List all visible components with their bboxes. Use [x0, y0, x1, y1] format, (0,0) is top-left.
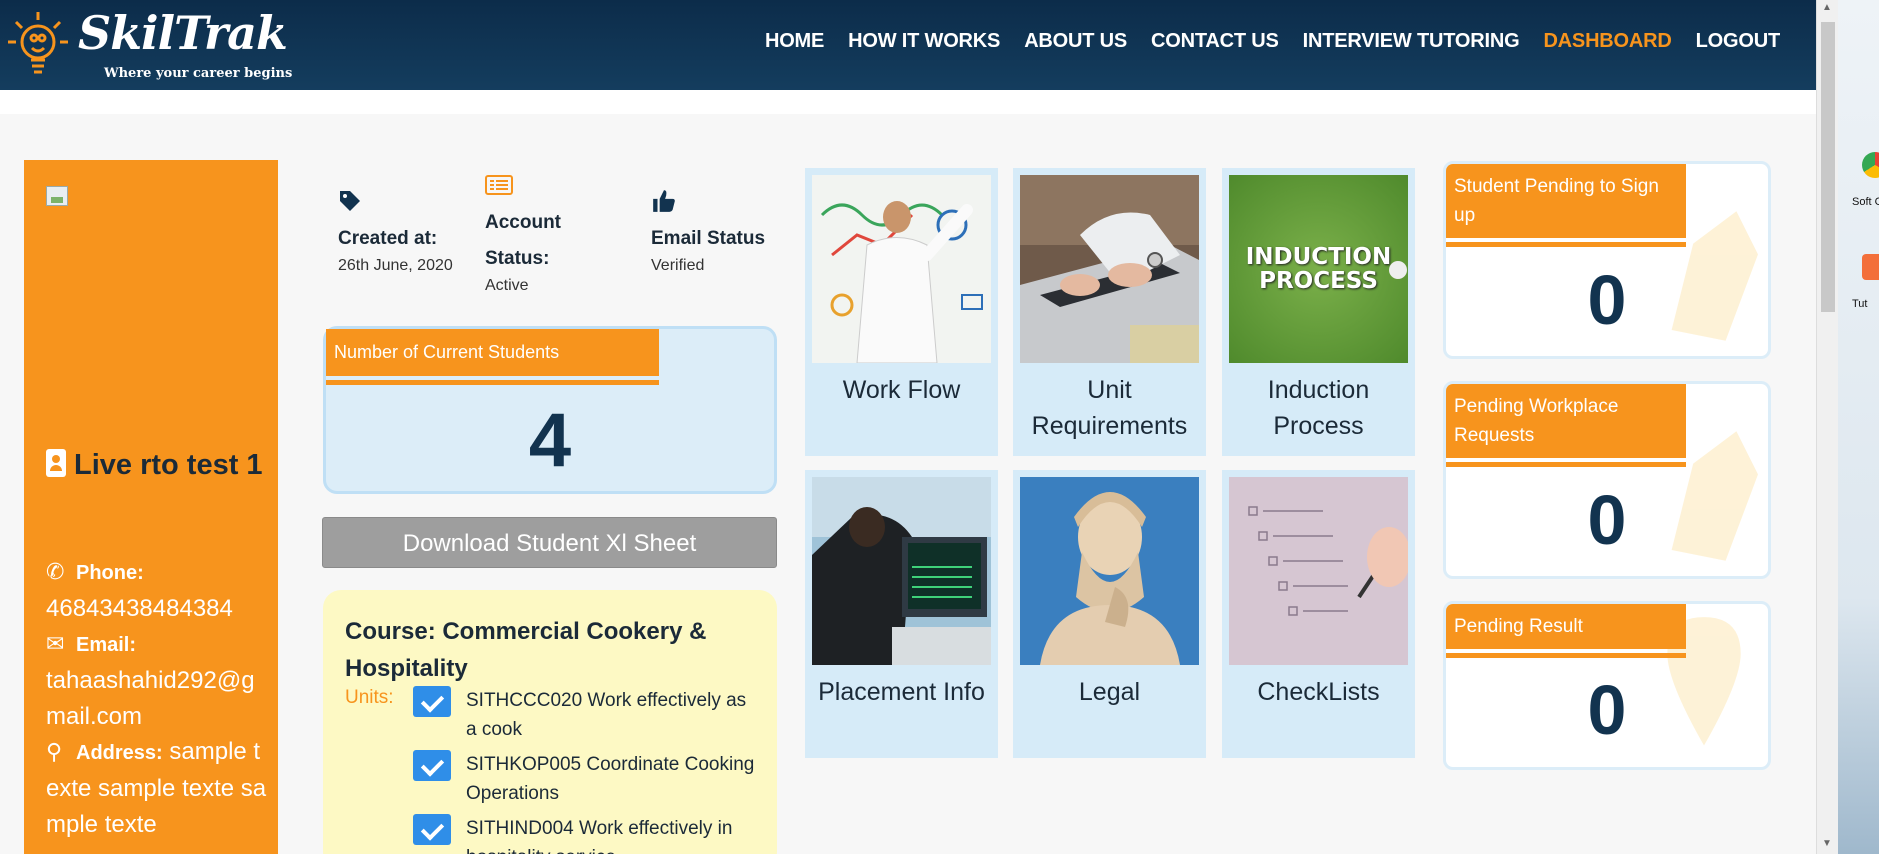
tile-label: Legal [1078, 678, 1141, 706]
tile-label: Work Flow [842, 376, 961, 404]
envelope-icon: ✉ [46, 631, 65, 656]
email-label: Email: [76, 634, 137, 656]
nav-logout[interactable]: LOGOUT [1696, 30, 1781, 53]
stat-value: 0 [1587, 261, 1627, 339]
units-label: Units: [345, 687, 394, 708]
checkbox-checked[interactable] [413, 686, 451, 717]
tile-work-flow[interactable]: Work Flow [805, 168, 998, 456]
phone-icon: ✆ [46, 559, 65, 584]
current-students-card: Number of Current Students 4 [323, 326, 777, 494]
top-navbar: SkilTrak Where your career begins HOME H… [0, 0, 1816, 90]
tile-unit-requirements[interactable]: Unit Requirements [1013, 168, 1206, 456]
brand-tagline: Where your career begins [104, 66, 293, 81]
app-shortcut-icon[interactable] [1862, 254, 1879, 280]
nav-subbar [0, 90, 1816, 114]
course-title: Course: Commercial Cookery & Hospitality [345, 618, 707, 682]
chrome-icon[interactable] [1862, 152, 1879, 178]
stat-value: 0 [1587, 671, 1627, 749]
scrollbar-thumb[interactable] [1821, 22, 1835, 312]
email-status-block: Email Status Verified [651, 186, 765, 275]
phone-value: 46843438484384 [46, 595, 233, 622]
tile-label: Placement Info [818, 678, 985, 706]
golf-ball-icon [1389, 261, 1407, 279]
stat-student-pending-signup[interactable]: Student Pending to Sign up 0 [1443, 161, 1771, 359]
checklists-image [1229, 477, 1408, 665]
profile-email-row: ✉ Email: tahaashahid292@gmail.com [46, 626, 271, 735]
tag-icon [340, 191, 360, 211]
tile-legal[interactable]: Legal [1013, 470, 1206, 758]
work-flow-image [812, 175, 991, 363]
profile-name: Live rto test 1 [74, 449, 263, 481]
current-students-label: Number of Current Students [326, 329, 659, 385]
unit-requirements-image [1020, 175, 1199, 363]
profile-address-row: ⚲ Address: sample texte sample texte samp… [46, 734, 271, 843]
tile-induction-process[interactable]: INDUCTION PROCESS Induction Process [1222, 168, 1415, 456]
checkbox-checked[interactable] [413, 814, 451, 845]
profile-image [46, 186, 68, 206]
stat-label: Pending Result [1446, 604, 1686, 658]
profile-phone-row: ✆ Phone: 46843438484384 [46, 554, 271, 627]
map-pin-icon: ⚲ [46, 739, 63, 764]
brand-name: SkilTrak [78, 6, 288, 60]
nav-contact-us[interactable]: CONTACT US [1151, 30, 1279, 53]
created-at-label: Created at: [338, 228, 438, 249]
placement-info-image [812, 477, 991, 665]
unit-text: SITHCCC020 Work effectively as a cook [466, 690, 747, 740]
address-label: Address: [76, 742, 163, 764]
created-at-value: 26th June, 2020 [338, 257, 453, 274]
profile-name-block: Live rto test 1 [46, 443, 266, 488]
tile-label: Induction Process [1267, 376, 1370, 440]
tile-placement-info[interactable]: Placement Info [805, 470, 998, 758]
nav-about-us[interactable]: ABOUT US [1024, 30, 1127, 53]
page-scrollbar[interactable]: ▲ ▼ [1816, 0, 1838, 854]
tile-checklists[interactable]: CheckLists [1222, 470, 1415, 758]
download-student-sheet-button[interactable]: Download Student Xl Sheet [322, 517, 777, 568]
induction-process-image: INDUCTION PROCESS [1229, 175, 1408, 363]
desktop-icon-label: Soft G [1852, 196, 1879, 208]
current-students-count: 4 [528, 398, 572, 483]
id-badge-icon [46, 449, 66, 477]
nav-how-it-works[interactable]: HOW IT WORKS [848, 30, 1000, 53]
phone-label: Phone: [76, 562, 144, 584]
stat-label: Pending Workplace Requests [1446, 384, 1686, 467]
unit-text: SITHKOP005 Coordinate Cooking Operations [466, 754, 755, 804]
account-status-label: Account Status: [485, 212, 561, 269]
created-at-block: Created at: 26th June, 2020 [338, 186, 453, 275]
stat-value: 0 [1587, 481, 1627, 559]
induction-image-text: INDUCTION PROCESS [1245, 244, 1392, 294]
course-card: Course: Commercial Cookery & Hospitality… [323, 590, 777, 854]
unit-text: SITHIND004 Work effectively in hospitali… [466, 818, 733, 854]
stat-pending-workplace-requests[interactable]: Pending Workplace Requests 0 [1443, 381, 1771, 579]
thumbs-up-icon [653, 190, 675, 212]
brand-logo[interactable]: SkilTrak Where your career begins [4, 4, 292, 86]
nav-home[interactable]: HOME [765, 30, 824, 53]
account-status-block: Account Status: Active [485, 170, 605, 295]
lightbulb-icon [8, 12, 68, 74]
list-card-icon [485, 175, 513, 195]
desktop-background: Soft G Tut [1838, 0, 1879, 854]
email-status-label: Email Status [651, 228, 766, 249]
stat-label: Student Pending to Sign up [1446, 164, 1686, 247]
tile-label: CheckLists [1257, 678, 1380, 706]
stat-pending-result[interactable]: Pending Result 0 [1443, 601, 1771, 770]
email-value: tahaashahid292@gmail.com [46, 667, 255, 730]
nav-dashboard[interactable]: DASHBOARD [1543, 30, 1671, 53]
tile-label: Unit Requirements [1031, 376, 1188, 440]
desktop-icon-label: Tut [1852, 298, 1868, 310]
checkbox-checked[interactable] [413, 750, 451, 781]
account-status-value: Active [485, 277, 529, 294]
profile-panel: Live rto test 1 ✆ Phone: 46843438484384 ✉… [24, 160, 278, 854]
email-status-value: Verified [651, 257, 705, 274]
scroll-up-arrow-icon[interactable]: ▲ [1822, 2, 1832, 13]
legal-image [1020, 477, 1199, 665]
main-nav: HOME HOW IT WORKS ABOUT US CONTACT US IN… [765, 30, 1780, 53]
nav-interview-tutoring[interactable]: INTERVIEW TUTORING [1303, 30, 1520, 53]
scroll-down-arrow-icon[interactable]: ▼ [1822, 838, 1832, 849]
